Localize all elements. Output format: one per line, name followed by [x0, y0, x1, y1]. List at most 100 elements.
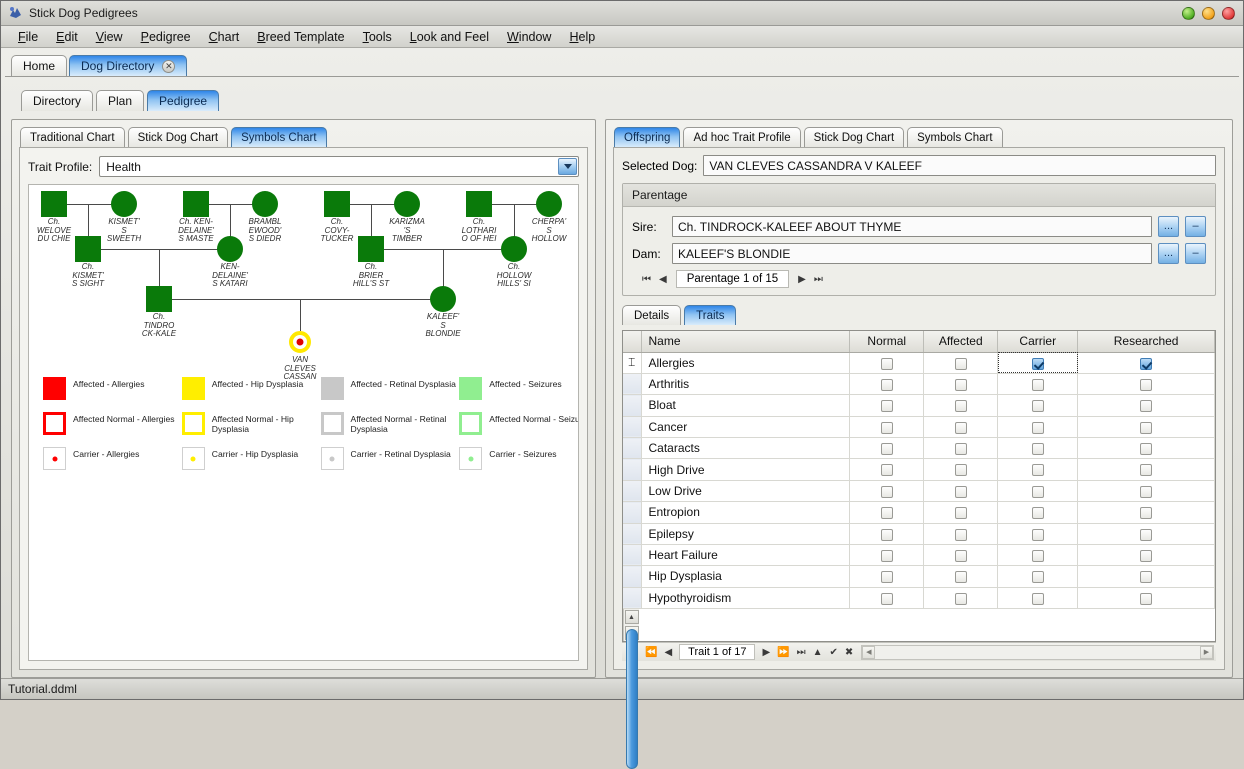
trait-carrier-cell[interactable] — [998, 352, 1078, 373]
normal-checkbox[interactable] — [881, 400, 893, 412]
pedigree-node-n12[interactable] — [501, 236, 527, 262]
affected-checkbox[interactable] — [955, 507, 967, 519]
affected-checkbox[interactable] — [955, 358, 967, 370]
pedigree-node-n1[interactable] — [41, 191, 67, 217]
sire-browse-button[interactable]: ... — [1158, 216, 1179, 237]
table-row[interactable]: Epilepsy — [623, 523, 1215, 544]
normal-checkbox[interactable] — [881, 422, 893, 434]
menu-edit[interactable]: Edit — [47, 28, 87, 46]
researched-checkbox[interactable] — [1140, 358, 1152, 370]
trait-researched-cell[interactable] — [1078, 523, 1215, 544]
traits-column-header-name[interactable]: Name — [641, 331, 850, 352]
researched-checkbox[interactable] — [1140, 550, 1152, 562]
normal-checkbox[interactable] — [881, 593, 893, 605]
pedigree-node-n2[interactable] — [111, 191, 137, 217]
normal-checkbox[interactable] — [881, 443, 893, 455]
maximize-button[interactable] — [1202, 7, 1215, 20]
menu-breed-template[interactable]: Breed Template — [248, 28, 353, 46]
trait-researched-cell[interactable] — [1078, 480, 1215, 501]
tab-ad-hoc-trait-profile[interactable]: Ad hoc Trait Profile — [683, 127, 800, 147]
scroll-left-icon[interactable]: ◀ — [862, 646, 875, 659]
trait-researched-cell[interactable] — [1078, 587, 1215, 608]
tab-home[interactable]: Home — [11, 55, 67, 76]
trait-carrier-cell[interactable] — [998, 587, 1078, 608]
tab-offspring[interactable]: Offspring — [614, 127, 680, 147]
trait-carrier-cell[interactable] — [998, 438, 1078, 459]
trait-normal-cell[interactable] — [850, 373, 924, 394]
trait-normal-cell[interactable] — [850, 352, 924, 373]
trait-carrier-cell[interactable] — [998, 502, 1078, 523]
trait-normal-cell[interactable] — [850, 459, 924, 480]
trait-carrier-cell[interactable] — [998, 416, 1078, 437]
carrier-checkbox[interactable] — [1032, 571, 1044, 583]
trait-name-cell[interactable]: Heart Failure — [641, 544, 850, 565]
table-row[interactable]: Low Drive — [623, 480, 1215, 501]
traits-column-header-affected[interactable]: Affected — [924, 331, 998, 352]
traits-prev-button[interactable]: ◀ — [662, 647, 674, 658]
researched-checkbox[interactable] — [1140, 464, 1152, 476]
tab-plan[interactable]: Plan — [96, 90, 144, 111]
trait-carrier-cell[interactable] — [998, 395, 1078, 416]
table-row[interactable]: Arthritis — [623, 373, 1215, 394]
trait-normal-cell[interactable] — [850, 587, 924, 608]
row-selector-cell[interactable] — [623, 438, 641, 459]
trait-researched-cell[interactable] — [1078, 416, 1215, 437]
trait-carrier-cell[interactable] — [998, 523, 1078, 544]
affected-checkbox[interactable] — [955, 529, 967, 541]
sire-field[interactable]: Ch. TINDROCK-KALEEF ABOUT THYME — [672, 216, 1152, 237]
tab-details[interactable]: Details — [622, 305, 681, 325]
tab-stick-dog-chart[interactable]: Stick Dog Chart — [804, 127, 905, 147]
traits-cancel-button[interactable]: ✖ — [843, 647, 855, 658]
trait-name-cell[interactable]: Hip Dysplasia — [641, 566, 850, 587]
tab-traits[interactable]: Traits — [684, 305, 736, 325]
trait-name-cell[interactable]: Epilepsy — [641, 523, 850, 544]
pedigree-node-n3[interactable] — [183, 191, 209, 217]
researched-checkbox[interactable] — [1140, 571, 1152, 583]
row-selector-cell[interactable] — [623, 502, 641, 523]
carrier-checkbox[interactable] — [1032, 593, 1044, 605]
scroll-up-icon[interactable]: ▲ — [625, 610, 639, 624]
trait-affected-cell[interactable] — [924, 395, 998, 416]
traits-column-header-normal[interactable]: Normal — [850, 331, 924, 352]
menu-look-and-feel[interactable]: Look and Feel — [401, 28, 498, 46]
table-row[interactable]: Hip Dysplasia — [623, 566, 1215, 587]
tab-stick-dog-chart[interactable]: Stick Dog Chart — [128, 127, 229, 147]
traits-vertical-scrollbar[interactable]: ▲ ▼ — [623, 609, 639, 641]
chevron-down-icon[interactable] — [558, 158, 577, 175]
trait-normal-cell[interactable] — [850, 523, 924, 544]
researched-checkbox[interactable] — [1140, 400, 1152, 412]
carrier-checkbox[interactable] — [1032, 464, 1044, 476]
pedigree-chart-canvas[interactable]: Affected - AllergiesAffected - Hip Dyspl… — [28, 184, 579, 661]
dam-remove-button[interactable]: – — [1185, 243, 1206, 264]
table-row[interactable]: Cancer — [623, 416, 1215, 437]
affected-checkbox[interactable] — [955, 550, 967, 562]
normal-checkbox[interactable] — [881, 529, 893, 541]
traits-commit-button[interactable]: ✔ — [828, 647, 840, 658]
pedigree-node-n13[interactable] — [146, 286, 172, 312]
trait-researched-cell[interactable] — [1078, 395, 1215, 416]
trait-carrier-cell[interactable] — [998, 373, 1078, 394]
trait-name-cell[interactable]: Cancer — [641, 416, 850, 437]
trait-carrier-cell[interactable] — [998, 480, 1078, 501]
carrier-checkbox[interactable] — [1032, 422, 1044, 434]
trait-researched-cell[interactable] — [1078, 438, 1215, 459]
trait-affected-cell[interactable] — [924, 416, 998, 437]
trait-affected-cell[interactable] — [924, 566, 998, 587]
trait-researched-cell[interactable] — [1078, 459, 1215, 480]
tab-symbols-chart[interactable]: Symbols Chart — [231, 127, 326, 147]
trait-normal-cell[interactable] — [850, 502, 924, 523]
row-selector-cell[interactable] — [623, 587, 641, 608]
tab-directory[interactable]: Directory — [21, 90, 93, 111]
traits-table[interactable]: NameNormalAffectedCarrierResearched ⌶All… — [623, 331, 1215, 609]
trait-affected-cell[interactable] — [924, 523, 998, 544]
scroll-right-icon[interactable]: ▶ — [1200, 646, 1213, 659]
tab-traditional-chart[interactable]: Traditional Chart — [20, 127, 125, 147]
dam-browse-button[interactable]: ... — [1158, 243, 1179, 264]
table-row[interactable]: Bloat — [623, 395, 1215, 416]
parentage-last-button[interactable]: ⏭ — [812, 274, 825, 285]
sire-remove-button[interactable]: – — [1185, 216, 1206, 237]
tab-symbols-chart[interactable]: Symbols Chart — [907, 127, 1002, 147]
trait-affected-cell[interactable] — [924, 352, 998, 373]
trait-name-cell[interactable]: Entropion — [641, 502, 850, 523]
normal-checkbox[interactable] — [881, 507, 893, 519]
